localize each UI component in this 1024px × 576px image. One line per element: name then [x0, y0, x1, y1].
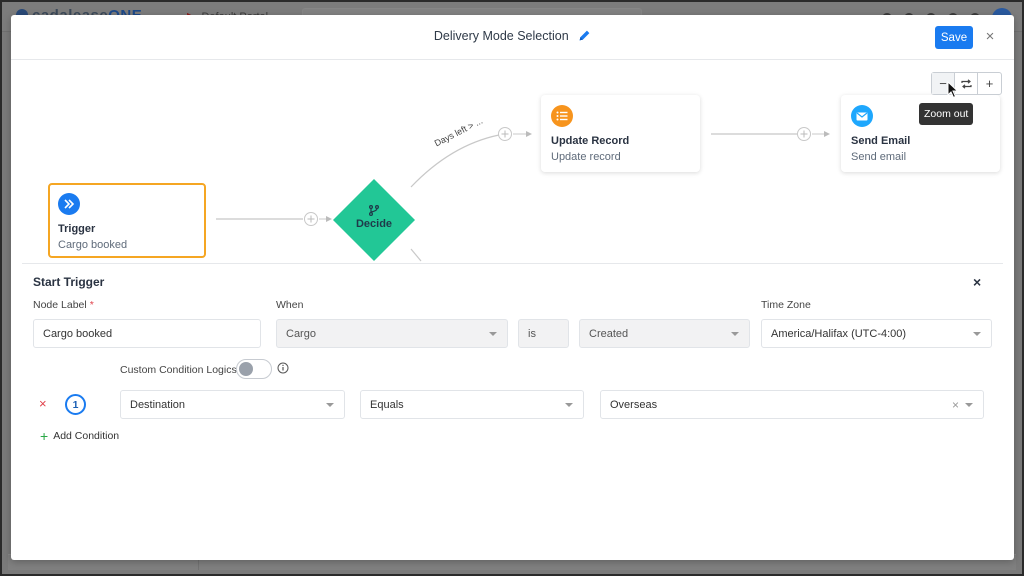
time-zone-select[interactable]: America/Halifax (UTC-4:00)	[761, 319, 992, 348]
node-subtitle: Cargo booked	[58, 239, 128, 251]
clear-value-icon[interactable]: ×	[952, 398, 959, 412]
when-event-select[interactable]: Created	[579, 319, 750, 348]
envelope-icon	[851, 105, 873, 127]
custom-condition-label: Custom Condition Logics	[120, 364, 237, 376]
condition-field-select[interactable]: Destination	[120, 390, 345, 419]
chevron-down-icon	[326, 403, 334, 407]
double-chevron-right-icon	[58, 193, 80, 215]
info-icon[interactable]	[277, 362, 289, 374]
chevron-down-icon	[489, 332, 497, 336]
modal-title: Delivery Mode Selection	[433, 29, 569, 43]
node-label-label: Node Label *	[33, 299, 94, 311]
zoom-in-button[interactable]: +	[978, 73, 1001, 94]
workflow-canvas[interactable]: Days left > ... Trigger Cargo booked Dec…	[11, 61, 1014, 263]
node-title: Decide	[355, 218, 393, 230]
add-condition-button[interactable]: + Add Condition	[40, 428, 119, 444]
zoom-controls: − +	[931, 72, 1002, 95]
node-subtitle: Send email	[851, 151, 907, 163]
chevron-down-icon	[973, 332, 981, 336]
zoom-out-tooltip: Zoom out	[919, 103, 974, 125]
list-icon	[551, 105, 573, 127]
modal-header: Delivery Mode Selection Save ×	[11, 15, 1014, 60]
condition-number-badge: 1	[65, 394, 86, 415]
edge-decide-lower	[410, 248, 422, 262]
required-marker: *	[89, 299, 94, 311]
panel-close-icon[interactable]: ×	[973, 274, 981, 290]
chevron-down-icon	[565, 403, 573, 407]
when-operator-field: is	[518, 319, 569, 348]
plus-icon: +	[40, 428, 49, 444]
edge-decide-update	[410, 134, 500, 188]
condition-value-select[interactable]: Overseas ×	[600, 390, 984, 419]
custom-condition-toggle[interactable]	[236, 359, 272, 379]
chevron-down-icon	[965, 403, 973, 407]
when-entity-select[interactable]: Cargo	[276, 319, 508, 348]
time-zone-label: Time Zone	[761, 299, 811, 311]
panel-title: Start Trigger	[33, 275, 105, 289]
save-button[interactable]: Save	[935, 26, 973, 49]
node-title: Send Email	[851, 135, 911, 147]
node-decide-label[interactable]: Decide	[338, 205, 410, 230]
node-trigger[interactable]: Trigger Cargo booked	[48, 183, 206, 258]
node-subtitle: Update record	[551, 151, 621, 163]
condition-operator-select[interactable]: Equals	[360, 390, 584, 419]
node-label-input[interactable]: Cargo booked	[33, 319, 261, 348]
node-title: Update Record	[551, 135, 630, 147]
remove-condition-button[interactable]: ×	[39, 396, 47, 411]
mouse-cursor-icon	[947, 81, 959, 99]
chevron-down-icon	[731, 332, 739, 336]
when-label: When	[276, 299, 304, 311]
reset-arrows-icon	[960, 78, 972, 89]
node-update-record[interactable]: Update Record Update record	[541, 95, 700, 172]
close-icon[interactable]: ×	[983, 28, 997, 46]
branch-icon	[369, 205, 379, 216]
workflow-modal: Delivery Mode Selection Save × Days left…	[11, 15, 1014, 560]
edit-title-pencil-icon[interactable]	[578, 29, 591, 45]
trigger-properties-panel: Start Trigger × Node Label * Cargo booked…	[22, 263, 1003, 560]
node-title: Trigger	[58, 223, 96, 235]
